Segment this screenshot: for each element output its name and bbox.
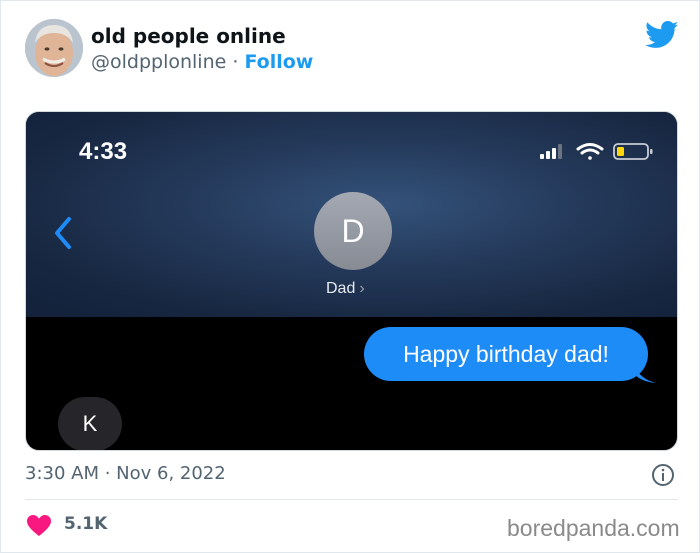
divider [25,499,678,500]
like-count[interactable]: 5.1K [64,514,107,534]
sent-message-bubble[interactable]: Happy birthday dad! [364,327,648,381]
author-handle[interactable]: @oldpplonline [91,51,226,73]
watermark: boredpanda.com [507,515,680,541]
battery-icon [613,143,653,160]
contact-chevron-icon: › [359,280,365,297]
author-handle-row: @oldpplonline · Follow [91,51,313,73]
contact-name-row[interactable]: Dad › [326,280,365,298]
status-bar-icons [540,143,653,160]
author-avatar[interactable] [25,19,83,77]
follow-button[interactable]: Follow [244,51,313,73]
info-icon[interactable] [651,463,675,487]
sent-bubble-tail [632,358,656,383]
contact-name: Dad [326,280,356,297]
signal-icon [540,144,562,159]
author-name[interactable]: old people online [91,24,286,48]
wifi-icon [576,143,604,160]
message-screenshot[interactable]: 4:33 D Dad › Happy birthday dad! K [25,111,678,451]
back-chevron-icon[interactable] [51,215,75,251]
received-message-bubble[interactable]: K [58,397,122,450]
status-bar-time: 4:33 [79,138,128,165]
contact-avatar[interactable]: D [314,192,392,270]
handle-separator: · [226,51,245,73]
heart-icon[interactable] [26,514,52,538]
tweet-timestamp[interactable]: 3:30 AM · Nov 6, 2022 [25,463,226,484]
tweet-card: old people online @oldpplonline · Follow… [0,0,700,553]
twitter-bird-icon[interactable] [645,21,679,49]
